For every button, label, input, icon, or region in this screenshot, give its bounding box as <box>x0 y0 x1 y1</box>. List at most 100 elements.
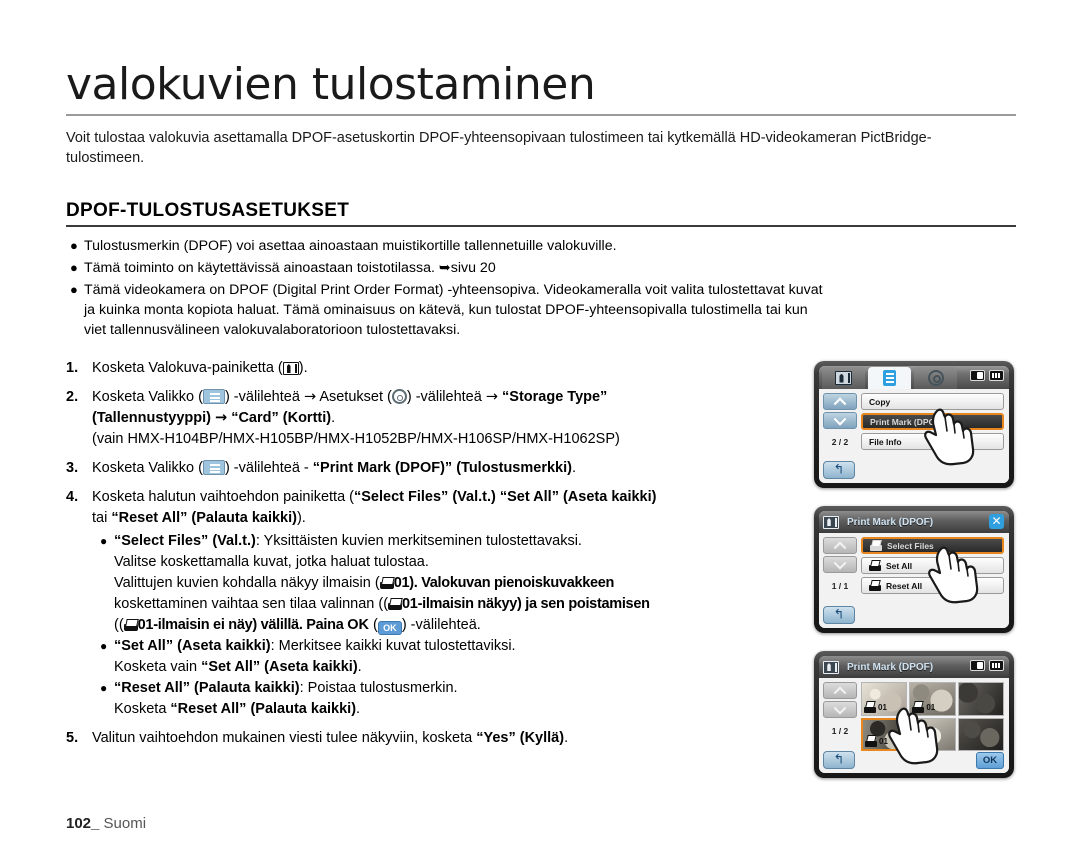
scroll-down-button[interactable] <box>823 556 857 573</box>
print-mark-icon <box>864 700 877 713</box>
step-text-part: ) -välilehteä <box>406 389 486 405</box>
menu-item-set-all[interactable]: Set All <box>861 557 1004 574</box>
print-mark-icon <box>123 619 138 631</box>
step-1: 1. Kosketa Valokuva-painiketta (). <box>66 358 826 379</box>
step-emphasis: “Reset All” (Palauta kaikki) <box>111 510 297 526</box>
close-icon[interactable]: ✕ <box>989 514 1004 529</box>
page-indicator: 2 / 2 <box>831 437 849 447</box>
menu-item-label: Reset All <box>886 580 923 591</box>
option-text: Valitse koskettamalla kuvat, jotka halua… <box>114 554 429 570</box>
menu-item-reset-all[interactable]: Reset All <box>861 577 1004 594</box>
menu-item-label: Copy <box>869 396 891 407</box>
scroll-down-button[interactable] <box>823 701 857 718</box>
chevron-down-icon <box>833 412 847 426</box>
back-arrow-icon: ↰ <box>833 462 845 478</box>
lcd-content: 2 / 2 ↰ Copy Print Mark (DPOF) File Info <box>819 389 1009 483</box>
option-emphasis: OK <box>347 617 369 633</box>
step-number: 5. <box>66 730 79 746</box>
step-text: Kosketa halutun vaihtoehdon painiketta (… <box>92 487 656 720</box>
page-number: 102_ <box>66 815 100 832</box>
thumbnail-item[interactable] <box>957 717 1004 751</box>
menu-item-copy[interactable]: Copy <box>861 393 1004 410</box>
thumbnail-item[interactable] <box>909 717 956 751</box>
list-item: ● “Select Files” (Val.t.): Yksittäisten … <box>92 531 656 636</box>
photo-mode-icon <box>823 515 839 529</box>
scroll-down-button[interactable] <box>823 412 857 429</box>
scroll-up-button[interactable] <box>823 393 857 410</box>
step-text: Kosketa Valokuva-painiketta (). <box>92 358 308 379</box>
print-mark-badge: 01 <box>912 700 935 713</box>
manual-page: valokuvien tulostaminen Voit tulostaa va… <box>0 0 1080 866</box>
step-text-part: . <box>571 460 576 476</box>
menu-item-print-mark[interactable]: Print Mark (DPOF) <box>861 413 1004 430</box>
lcd-screen: Print Mark (DPOF) 1 / 2 ↰ 01 01 01 OK <box>819 656 1009 773</box>
list-item: ● Tämä videokamera on DPOF (Digital Prin… <box>66 280 826 340</box>
instruction-steps: 1. Kosketa Valokuva-painiketta (). 2. Ko… <box>66 358 826 757</box>
arrow-glyph: → <box>215 410 228 426</box>
step-text-part: Asetukset ( <box>316 389 392 405</box>
step-emphasis: “Storage Type” <box>502 389 608 405</box>
step-emphasis: (Tulostusmerkki) <box>456 460 572 476</box>
chevron-up-icon <box>833 540 847 554</box>
bullet-icon: ● <box>100 681 108 695</box>
step-text-part: Kosketa Valikko ( <box>92 460 203 476</box>
thumbnail-item-selected[interactable]: 01 <box>861 717 908 751</box>
option-description: “Set All” (Aseta kaikki): Merkitsee kaik… <box>114 636 516 678</box>
bullet-icon: ● <box>70 260 78 275</box>
print-select-icon <box>870 540 882 551</box>
scroll-up-button[interactable] <box>823 537 857 554</box>
nav-buttons <box>823 537 857 575</box>
step-5: 5. Valitun vaihtoehdon mukainen viesti t… <box>66 728 826 749</box>
thumbnail-item[interactable]: 01 <box>909 682 956 716</box>
page-title: valokuvien tulostaminen <box>66 59 596 110</box>
nav-buttons <box>823 682 857 720</box>
chevron-down-icon <box>833 701 847 715</box>
step-4: 4. Kosketa halutun vaihtoehdon painikett… <box>66 487 826 720</box>
photo-mode-icon <box>835 371 852 385</box>
scroll-up-button[interactable] <box>823 682 857 699</box>
dialog-title: Print Mark (DPOF) <box>847 661 934 673</box>
option-emphasis: “Reset All” (Palauta kaikki) <box>170 701 357 717</box>
tab-photo-mode[interactable] <box>822 367 865 389</box>
step-text-part: ). <box>298 360 308 376</box>
option-text: ( <box>368 617 378 633</box>
menu-item-select-files[interactable]: Select Files <box>861 537 1004 554</box>
print-mark-badge: 01 <box>865 735 888 747</box>
tab-menu[interactable] <box>868 367 911 389</box>
thumbnail-grid: 01 01 01 <box>861 682 1004 751</box>
back-button[interactable]: ↰ <box>823 606 855 624</box>
option-text: Kosketa vain <box>114 659 202 675</box>
print-mark-badge: 01 <box>864 700 887 713</box>
step-text-part: ) -välilehteä - <box>224 460 313 476</box>
arrow-glyph: → <box>303 389 317 405</box>
thumbnail-item[interactable]: 01 <box>861 682 908 716</box>
battery-icon <box>989 660 1004 671</box>
step-text: Kosketa Valikko () -välilehteä → Asetuks… <box>92 387 620 450</box>
print-mark-icon <box>379 577 394 589</box>
step-text-part: Kosketa halutun vaihtoehdon painiketta ( <box>92 489 354 505</box>
step-text-part: ). <box>296 510 306 526</box>
thumbnail-item[interactable] <box>957 682 1004 716</box>
lcd-screenshot-thumbnail-grid: Print Mark (DPOF) 1 / 2 ↰ 01 01 01 OK <box>814 651 1014 778</box>
print-mark-icon <box>388 598 403 610</box>
ok-button[interactable]: OK <box>976 752 1004 769</box>
nav-buttons <box>823 393 857 431</box>
bullet-icon: ● <box>70 282 78 297</box>
option-text: ) -välilehteä. <box>401 617 481 633</box>
section-header: DPOF-TULOSTUSASETUKSET <box>66 200 1016 227</box>
page-footer: 102_ Suomi <box>66 815 146 832</box>
page-indicator: 1 / 2 <box>831 726 849 736</box>
option-text: : Yksittäisten kuvien merkitseminen tulo… <box>255 533 582 549</box>
card-icon <box>970 660 985 671</box>
title-divider <box>66 114 1016 117</box>
back-button[interactable]: ↰ <box>823 751 855 769</box>
option-text: koskettaminen vaihtaa sen tilaa valinnan… <box>114 596 389 612</box>
tab-settings[interactable] <box>914 367 957 389</box>
option-description-list: ● “Select Files” (Val.t.): Yksittäisten … <box>92 531 656 720</box>
arrow-glyph: → <box>485 389 498 405</box>
option-text: Valittujen kuvien kohdalla näkyy ilmaisi… <box>114 575 380 591</box>
print-mark-count: 01 <box>879 737 888 746</box>
back-button[interactable]: ↰ <box>823 461 855 479</box>
option-text: . <box>356 701 361 717</box>
menu-item-file-info[interactable]: File Info <box>861 433 1004 450</box>
